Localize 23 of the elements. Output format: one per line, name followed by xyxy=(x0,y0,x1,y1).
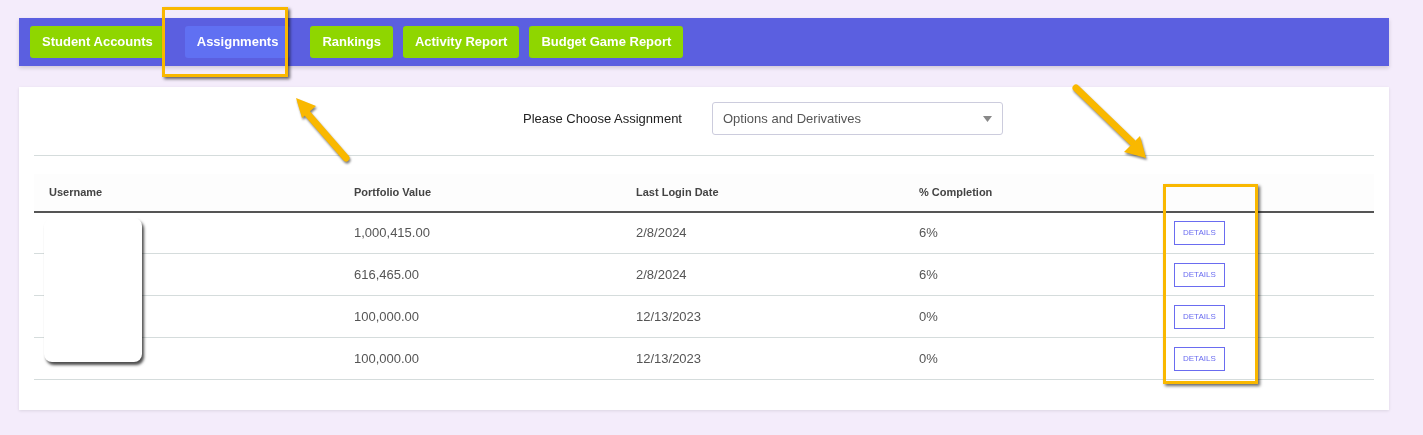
nav-tab[interactable]: Assignments xyxy=(184,26,291,58)
details-button[interactable]: DETAILS xyxy=(1174,262,1225,287)
table-cell: 616,465.00 xyxy=(354,266,420,282)
assignment-label: Please Choose Assignment xyxy=(523,109,682,128)
table-cell: 2/8/2024 xyxy=(636,225,687,240)
table-cell: 1,000,415.00 xyxy=(354,225,430,240)
table-cell: 0% xyxy=(919,350,938,366)
table-cell: 2/8/2024 xyxy=(636,266,687,282)
column-header: % Completion xyxy=(919,186,993,198)
table-cell: 0% xyxy=(919,308,938,324)
column-header: Username xyxy=(49,186,103,198)
column-header: Last Login Date xyxy=(636,186,719,198)
table-cell: 12/13/2023 xyxy=(636,350,702,366)
table-cell: 6% xyxy=(919,266,938,282)
table-cell: 100,000.00 xyxy=(354,308,420,324)
assignment-dropdown[interactable]: Options and Derivatives xyxy=(712,102,1003,135)
details-button[interactable]: DETAILS xyxy=(1174,220,1225,245)
column-header: Portfolio Value xyxy=(354,186,431,198)
details-button[interactable]: DETAILS xyxy=(1174,304,1225,329)
table-cell: 12/13/2023 xyxy=(636,308,702,324)
details-button[interactable]: DETAILS xyxy=(1174,346,1225,371)
table-cell: 100,000.00 xyxy=(354,350,420,366)
table-cell: 6% xyxy=(919,225,938,240)
